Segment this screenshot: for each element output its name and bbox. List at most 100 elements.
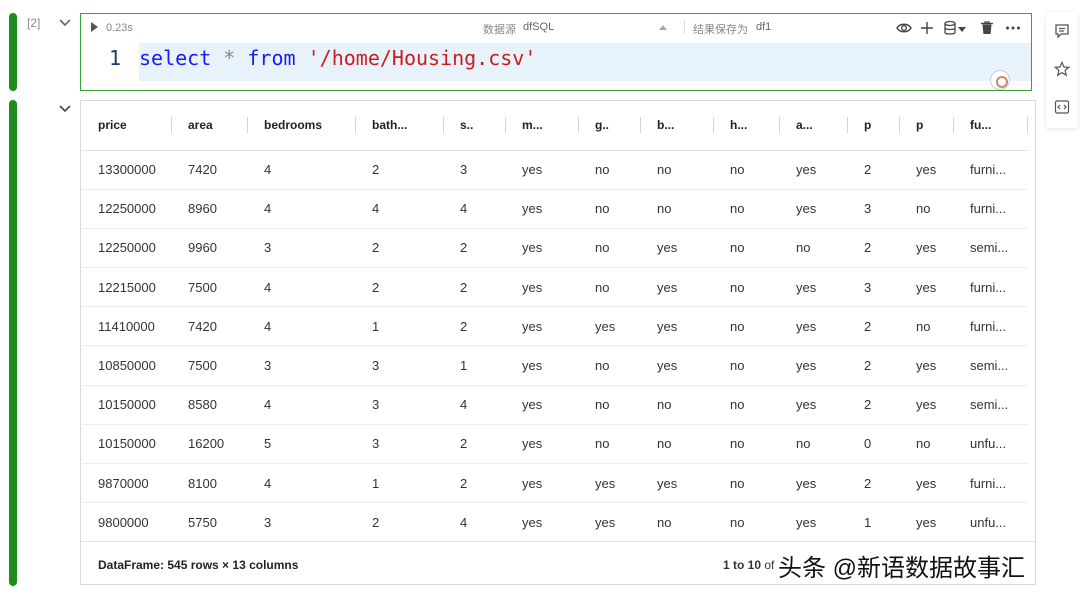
column-header-label: a... — [796, 118, 813, 133]
table-cell: 2 — [356, 228, 444, 269]
code-text[interactable]: select * from '/home/Housing.csv' — [139, 46, 536, 70]
table-cell: semi... — [954, 228, 1028, 269]
table-cell: no — [641, 150, 714, 190]
table-cell: no — [714, 345, 780, 386]
table-cell: yes — [900, 463, 954, 504]
table-cell: 7420 — [172, 150, 248, 190]
table-cell: 4 — [248, 306, 356, 347]
datasource-select[interactable]: dfSQL — [523, 21, 554, 33]
column-header-label: h... — [730, 118, 748, 133]
table-cell: yes — [900, 267, 954, 308]
table-cell: no — [579, 424, 641, 465]
column-resize-handle[interactable] — [1027, 117, 1028, 133]
table-cell: yes — [900, 502, 954, 543]
table-cell: 9800000 — [82, 502, 172, 543]
table-cell: 3 — [848, 189, 900, 229]
table-cell: no — [714, 267, 780, 308]
table-row: 12215000 7500 4 2 2 yes no yes no yes 3 yes furni... — [82, 267, 1028, 308]
dataframe-output[interactable]: price area bedrooms bath... s.. m... g.. b... h.… — [80, 100, 1036, 585]
table-cell: furni... — [954, 150, 1028, 190]
column-header[interactable]: fu... — [954, 101, 1028, 151]
caret-up-icon[interactable] — [659, 25, 667, 30]
table-cell: furni... — [954, 189, 1028, 229]
trash-icon[interactable] — [979, 20, 995, 36]
chevron-down-icon[interactable] — [58, 16, 72, 30]
table-cell: no — [641, 502, 714, 543]
dataframe-shape-info: DataFrame: 545 rows × 13 columns — [98, 558, 299, 572]
database-icon[interactable] — [942, 20, 958, 36]
table-cell: no — [579, 385, 641, 425]
column-header-label: fu... — [970, 118, 992, 133]
table-cell: 4 — [248, 150, 356, 190]
table-cell: 4 — [248, 267, 356, 308]
column-header-label: s.. — [460, 118, 474, 133]
toolbar-divider — [684, 20, 685, 34]
comment-icon[interactable] — [1054, 23, 1070, 39]
column-header[interactable]: area — [172, 101, 248, 151]
dropdown-caret-icon[interactable] — [958, 24, 966, 32]
table-cell: no — [714, 150, 780, 190]
play-icon[interactable] — [91, 22, 98, 32]
table-row: 12250000 9960 3 2 2 yes no yes no no 2 yes semi... — [82, 228, 1028, 269]
table-cell: yes — [641, 228, 714, 269]
table-cell: 10150000 — [82, 424, 172, 465]
column-header[interactable]: h... — [714, 101, 780, 151]
watermark: 头条 @新语数据故事汇 — [778, 555, 1026, 582]
table-cell: 2 — [444, 424, 506, 465]
table-cell: 4 — [356, 189, 444, 229]
column-header[interactable]: g.. — [579, 101, 641, 151]
column-header[interactable]: m... — [506, 101, 579, 151]
table-cell: 1 — [848, 502, 900, 543]
table-cell: semi... — [954, 345, 1028, 386]
code-cell-run-bar[interactable] — [9, 13, 17, 91]
table-cell: 4 — [444, 385, 506, 425]
column-header[interactable]: price — [82, 101, 172, 151]
table-cell: no — [714, 424, 780, 465]
output-cell-run-bar[interactable] — [9, 100, 17, 586]
table-cell: yes — [579, 502, 641, 543]
cell-execution-index: [2] — [27, 16, 41, 30]
table-cell: 3 — [356, 385, 444, 425]
code-icon[interactable] — [1054, 99, 1070, 115]
table-cell: 7500 — [172, 267, 248, 308]
plus-icon[interactable] — [919, 20, 935, 36]
table-cell: yes — [641, 267, 714, 308]
column-header[interactable]: bath... — [356, 101, 444, 151]
column-header[interactable]: s.. — [444, 101, 506, 151]
table-cell: 2 — [356, 502, 444, 543]
table-cell: yes — [641, 306, 714, 347]
code-line[interactable]: 1 select * from '/home/Housing.csv' — [81, 43, 1031, 90]
eye-icon[interactable] — [896, 20, 912, 36]
table-cell: no — [579, 267, 641, 308]
more-icon[interactable] — [1005, 20, 1021, 36]
table-cell: yes — [506, 345, 579, 386]
save-result-variable[interactable]: df1 — [756, 21, 771, 33]
table-cell: 16200 — [172, 424, 248, 465]
table-cell: 7500 — [172, 345, 248, 386]
table-cell: no — [780, 228, 848, 269]
column-header[interactable]: p — [848, 101, 900, 151]
column-header[interactable]: p — [900, 101, 954, 151]
avatar[interactable] — [990, 70, 1010, 90]
column-header[interactable]: a... — [780, 101, 848, 151]
table-cell: 8100 — [172, 463, 248, 504]
star-icon[interactable] — [1053, 61, 1071, 77]
keyword-from: from — [247, 46, 296, 70]
sql-code-cell[interactable]: 0.23s 数据源 dfSQL 结果保存为 df1 1 select * fro… — [80, 13, 1032, 91]
pagination-range: 1 to 10 — [723, 558, 762, 572]
table-cell: 3 — [356, 424, 444, 465]
table-cell: no — [641, 385, 714, 425]
column-header[interactable]: b... — [641, 101, 714, 151]
table-cell: 0 — [848, 424, 900, 465]
table-cell: unfu... — [954, 424, 1028, 465]
table-cell: 4 — [248, 463, 356, 504]
table-cell: 2 — [848, 385, 900, 425]
table-cell: yes — [641, 463, 714, 504]
table-cell: 12250000 — [82, 189, 172, 229]
table-cell: no — [641, 189, 714, 229]
table-cell: no — [714, 228, 780, 269]
column-header[interactable]: bedrooms — [248, 101, 356, 151]
chevron-down-icon[interactable] — [58, 102, 72, 116]
table-cell: yes — [506, 306, 579, 347]
column-header-label: p — [864, 118, 872, 133]
